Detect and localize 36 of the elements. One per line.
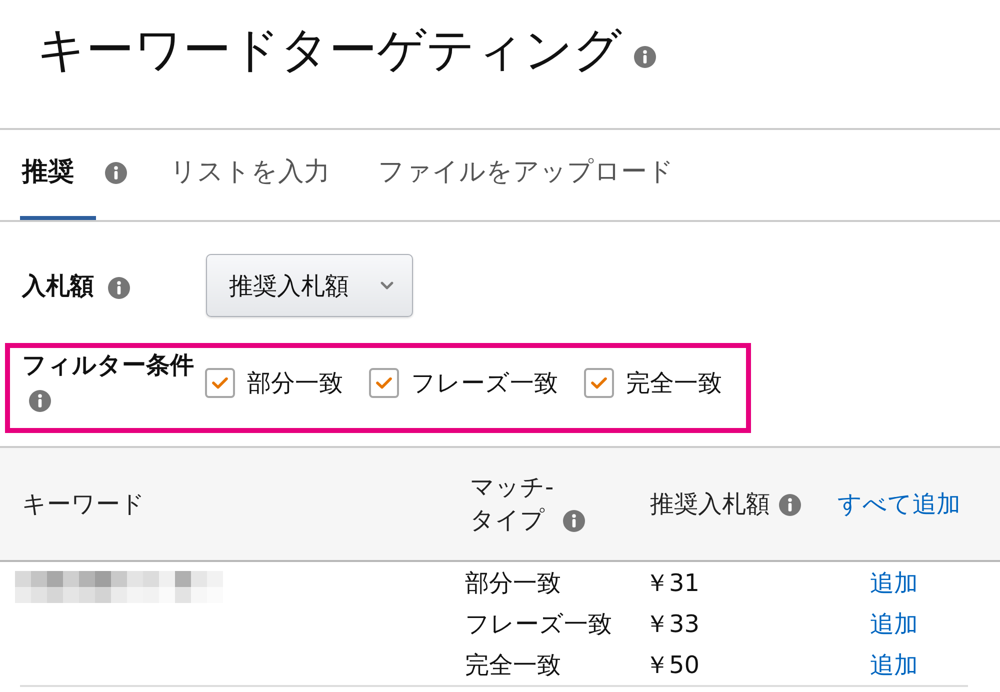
info-icon xyxy=(779,494,801,516)
info-icon xyxy=(105,162,127,184)
bid-cell: ￥50 xyxy=(645,650,700,680)
page-title: キーワードターゲティング xyxy=(37,21,622,80)
add-link[interactable]: 追加 xyxy=(870,608,918,638)
match-type-cell: 部分一致 xyxy=(465,568,561,598)
tab[interactable]: ファイルをアップロード xyxy=(376,156,696,220)
info-icon xyxy=(562,510,585,532)
column-header: 推奨入札額 xyxy=(650,488,770,520)
info-icon xyxy=(29,390,51,412)
filter-label: フィルター条件 xyxy=(22,350,194,380)
checkmark-icon xyxy=(212,377,228,389)
checkbox[interactable] xyxy=(205,368,235,398)
tab[interactable]: リストを入力 xyxy=(168,156,352,220)
info-icon xyxy=(108,276,130,298)
bid-cell: ￥33 xyxy=(645,608,700,638)
checkmark-icon xyxy=(591,377,607,389)
bid-cell: ￥31 xyxy=(645,568,700,598)
info-icon xyxy=(634,46,656,68)
add-link[interactable]: 追加 xyxy=(870,568,918,598)
bid-label: 入札額 xyxy=(22,270,94,300)
chevron-down-icon xyxy=(380,281,394,290)
add-link[interactable]: 追加 xyxy=(870,650,918,680)
checkbox[interactable] xyxy=(584,368,614,398)
column-header: キーワード xyxy=(22,488,145,520)
checkbox[interactable] xyxy=(369,368,399,398)
column-header: マッチ- タイプ xyxy=(470,472,554,536)
match-type-cell: フレーズ一致 xyxy=(465,608,612,638)
checkbox-label: 完全一致 xyxy=(626,368,722,398)
tab[interactable]: 推奨 xyxy=(20,156,96,220)
bid-dropdown[interactable]: 推奨入札額 xyxy=(206,254,413,317)
checkmark-icon xyxy=(376,377,392,389)
match-type-cell: 完全一致 xyxy=(465,650,561,680)
add-all-link[interactable]: すべて追加 xyxy=(838,488,960,520)
checkbox-label: フレーズ一致 xyxy=(411,368,558,398)
checkbox-label: 部分一致 xyxy=(247,368,343,398)
